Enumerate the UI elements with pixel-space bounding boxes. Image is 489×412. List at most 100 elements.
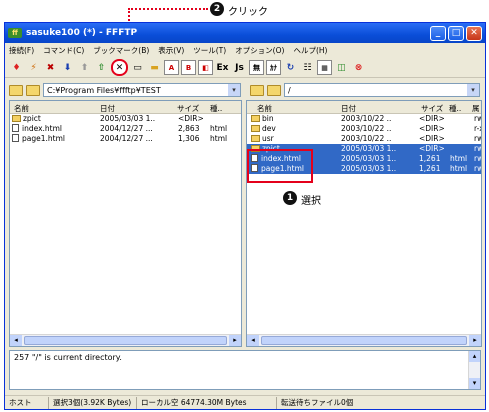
file-icon [12,134,19,142]
binary-mode-icon[interactable]: B [181,60,196,75]
list-item[interactable]: bin 2003/10/22 .. <DIR> rwx [247,114,481,124]
menu-help[interactable]: ヘルプ(H) [293,45,327,56]
sync-icon[interactable]: ⇧ [94,60,109,75]
cell-date: 2003/10/22 .. [341,124,392,133]
folder-icon [251,125,260,132]
status-local-free: ローカル空 64774.30M Bytes [137,396,277,409]
file-name: page1.html [22,134,65,143]
download-icon[interactable]: ⬇ [60,60,75,75]
detail-view-icon[interactable]: ▦ [317,60,332,75]
stop-icon[interactable]: ⊗ [351,60,366,75]
file-name: dev [262,124,276,133]
col-name[interactable]: 名前 [257,103,272,114]
cell-type: html [210,134,228,143]
close-button[interactable]: ✕ [466,25,482,41]
col-name[interactable]: 名前 [14,103,29,114]
col-type[interactable]: 種.. [210,103,222,114]
local-path-text: C:¥Program Files¥ffftp¥TEST [47,85,161,95]
col-date[interactable]: 日付 [341,103,356,114]
selection-highlight-box [247,149,313,183]
local-address-bar: C:¥Program Files¥ffftp¥TEST ▾ [9,82,241,98]
maximize-button[interactable]: □ [448,25,464,41]
cell-date: 2003/10/22 .. [341,114,392,123]
cell-date: 2005/03/03 1.. [100,114,156,123]
log-vscrollbar[interactable]: ▴ ▾ [468,351,480,389]
annotation-badge-2: 2 [210,2,224,16]
rename-icon[interactable]: ▭ [130,60,145,75]
menu-tools[interactable]: ツール(T) [193,45,226,56]
window-title: sasuke100 (*) - FFFTP [26,28,138,38]
file-name: usr [262,134,274,143]
cell-attr: rwx [474,134,481,143]
menu-command[interactable]: コマンド(C) [43,45,84,56]
disconnect-icon[interactable]: ✖ [43,60,58,75]
cell-date: 2005/03/03 1.. [341,154,397,163]
cell-attr: rwx [474,154,481,163]
ffftp-logo-icon: ff [8,28,22,38]
menu-view[interactable]: 表示(V) [158,45,184,56]
remote-open-folder-icon[interactable] [267,84,281,96]
no-convert-icon[interactable]: 無 [249,60,264,75]
remote-up-folder-icon[interactable] [250,84,264,96]
annotation-click-label: クリック [228,7,268,18]
screenshot: 2 クリック ff sasuke100 (*) - FFFTP _ □ ✕ 接続… [0,0,489,412]
cell-attr: r-x [474,124,481,133]
list-item[interactable]: dev 2003/10/22 .. <DIR> r-x [247,124,481,134]
ascii-mode-icon[interactable]: A [164,60,179,75]
connect-icon[interactable]: ♦ [9,60,24,75]
menu-bookmark[interactable]: ブックマーク(B) [93,45,149,56]
js-icon[interactable]: Js [232,60,247,75]
col-size[interactable]: サイズ [421,103,443,114]
file-icon [12,124,19,132]
annotation-dotted-line [128,8,208,10]
minimize-button[interactable]: _ [430,25,446,41]
cell-attr: rwx [474,144,481,153]
remote-path-field[interactable]: / ▾ [284,83,480,97]
cell-size: 1,306 [178,134,200,143]
filter-icon[interactable]: ◫ [334,60,349,75]
status-bar: ホスト 選択3個(3.92K Bytes) ローカル空 64774.30M By… [5,395,485,409]
delete-button[interactable]: ✕ [111,59,128,76]
cell-date: 2005/03/03 1.. [341,164,397,173]
file-name: zpict [23,114,41,123]
col-attr[interactable]: 属 [472,103,480,114]
chevron-down-icon[interactable]: ▾ [467,84,479,96]
menu-bar: 接続(F) コマンド(C) ブックマーク(B) 表示(V) ツール(T) オプシ… [5,43,485,58]
delete-icon: ✕ [115,62,124,73]
list-item[interactable]: usr 2003/10/22 .. <DIR> rwx [247,134,481,144]
list-view-icon[interactable]: ☷ [300,60,315,75]
col-size[interactable]: サイズ [177,103,199,114]
cell-date: 2004/12/27 ... [100,134,153,143]
menu-connect[interactable]: 接続(F) [9,45,34,56]
list-item[interactable]: zpict 2005/03/03 1.. <DIR> [10,114,241,124]
refresh-icon[interactable]: ↻ [283,60,298,75]
cell-date: 2003/10/22 .. [341,134,392,143]
list-item[interactable]: page1.html 2004/12/27 ... 1,306 html [10,134,241,144]
menu-options[interactable]: オプション(O) [235,45,284,56]
cell-size: 1,261 [419,154,441,163]
quick-connect-icon[interactable]: ⚡ [26,60,41,75]
cell-size: 2,863 [178,124,200,133]
upload-icon[interactable]: ⬆ [77,60,92,75]
local-list-header: 名前 日付 サイズ 種.. [10,101,241,114]
kana-icon[interactable]: ｶﾅ [266,60,281,75]
col-type[interactable]: 種.. [449,103,461,114]
local-open-folder-icon[interactable] [26,84,40,96]
col-date[interactable]: 日付 [100,103,115,114]
local-path-field[interactable]: C:¥Program Files¥ffftp¥TEST ▾ [43,83,241,97]
cell-attr: rwx [474,164,481,173]
cell-date: 2004/12/27 ... [100,124,153,133]
auto-mode-icon[interactable]: ◧ [198,60,213,75]
cell-attr: rwx [474,114,481,123]
remote-hscrollbar[interactable]: ◂ ▸ [247,334,481,346]
log-text: 257 "/" is current directory. [14,353,122,362]
mkdir-icon[interactable]: ▬ [147,60,162,75]
list-item[interactable]: index.html 2004/12/27 ... 2,863 html [10,124,241,134]
annotation-select-label: 選択 [301,196,321,207]
remote-address-bar: / ▾ [250,82,480,98]
local-hscrollbar[interactable]: ◂ ▸ [10,334,241,346]
local-up-folder-icon[interactable] [9,84,23,96]
file-name: index.html [22,124,62,133]
ex-icon[interactable]: Ex [215,60,230,75]
chevron-down-icon[interactable]: ▾ [228,84,240,96]
